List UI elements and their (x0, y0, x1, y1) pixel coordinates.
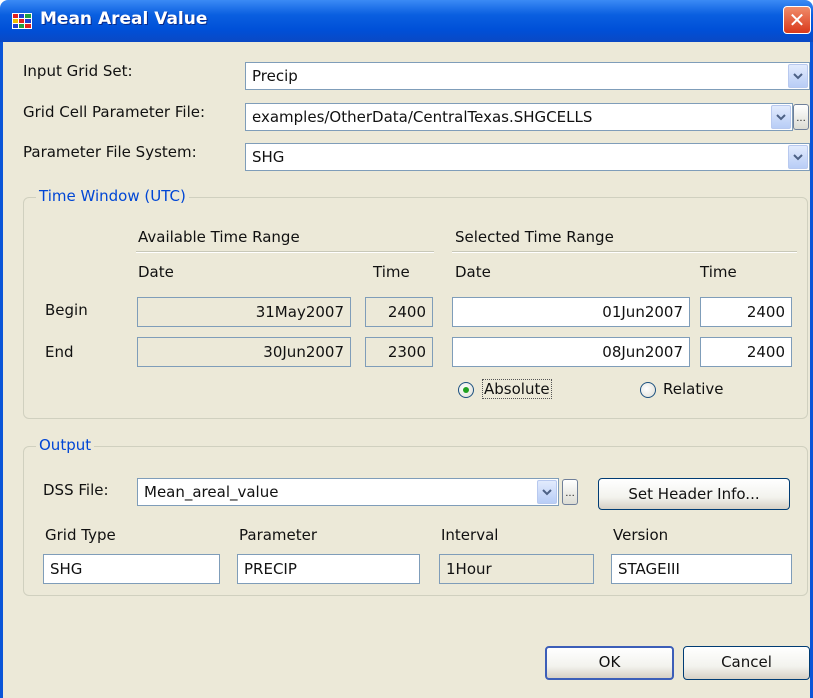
selected-end-date-input[interactable]: 08Jun2007 (452, 337, 690, 367)
close-icon: ✕ (788, 8, 806, 32)
selected-begin-time-input[interactable]: 2400 (700, 297, 792, 327)
radio-selected-indicator (463, 387, 469, 393)
output-title: Output (36, 436, 95, 454)
available-time-range-header: Available Time Range (138, 228, 300, 246)
available-range-divider (136, 251, 434, 253)
grid-type-input[interactable]: SHG (43, 554, 220, 584)
interval-label: Interval (441, 526, 499, 544)
parameter-label: Parameter (239, 526, 318, 544)
end-label: End (45, 343, 74, 361)
dss-file-browse-button[interactable]: ... (562, 479, 578, 505)
selected-date-column: Date (455, 263, 491, 281)
version-input[interactable]: STAGEIII (611, 554, 792, 584)
parameter-input[interactable]: PRECIP (237, 554, 420, 584)
grid-cell-file-label: Grid Cell Parameter File: (23, 103, 206, 121)
selected-end-time-input[interactable]: 2400 (700, 337, 792, 367)
available-end-time: 2300 (365, 337, 433, 367)
set-header-info-button[interactable]: Set Header Info... (598, 478, 790, 510)
parameter-file-system-label: Parameter File System: (23, 143, 197, 161)
input-grid-set-dropdown[interactable]: Precip (245, 62, 810, 90)
available-date-column: Date (138, 263, 174, 281)
mean-areal-value-dialog: Mean Areal Value ✕ Input Grid Set: Preci… (0, 0, 813, 698)
grid-type-label: Grid Type (45, 526, 116, 544)
cancel-button[interactable]: Cancel (683, 646, 810, 680)
input-grid-set-label: Input Grid Set: (23, 62, 133, 80)
dss-file-label: DSS File: (43, 481, 109, 499)
relative-radio-label[interactable]: Relative (663, 380, 724, 398)
absolute-radio-label[interactable]: Absolute (482, 379, 552, 399)
absolute-radio[interactable] (458, 382, 474, 398)
dss-file-dropdown[interactable]: Mean_areal_value (137, 478, 559, 506)
chevron-down-icon[interactable] (788, 64, 808, 88)
version-label: Version (613, 526, 669, 544)
time-window-title: Time Window (UTC) (36, 187, 189, 205)
relative-radio[interactable] (640, 382, 656, 398)
dialog-body: Input Grid Set: Precip Grid Cell Paramet… (0, 42, 813, 698)
begin-label: Begin (45, 301, 88, 319)
close-button[interactable]: ✕ (783, 6, 811, 34)
chevron-down-icon[interactable] (788, 145, 808, 169)
available-begin-date: 31May2007 (137, 297, 351, 327)
ok-button[interactable]: OK (545, 646, 674, 680)
interval-field: 1Hour (439, 554, 594, 584)
available-end-date: 30Jun2007 (137, 337, 351, 367)
grid-cell-file-value: examples/OtherData/CentralTexas.SHGCELLS (252, 108, 593, 126)
available-time-column: Time (373, 263, 410, 281)
selected-time-column: Time (700, 263, 737, 281)
parameter-file-system-dropdown[interactable]: SHG (245, 143, 810, 171)
grid-app-icon (12, 13, 32, 29)
selected-begin-date-input[interactable]: 01Jun2007 (452, 297, 690, 327)
selected-range-divider (452, 251, 797, 253)
title-bar[interactable]: Mean Areal Value ✕ (0, 0, 813, 42)
input-grid-set-value: Precip (252, 67, 298, 85)
parameter-file-system-value: SHG (252, 148, 285, 166)
dss-file-value: Mean_areal_value (144, 483, 279, 501)
chevron-down-icon[interactable] (771, 105, 791, 129)
chevron-down-icon[interactable] (537, 480, 557, 504)
window-title: Mean Areal Value (40, 9, 208, 29)
grid-cell-file-browse-button[interactable]: ... (793, 104, 809, 130)
selected-time-range-header: Selected Time Range (455, 228, 614, 246)
available-begin-time: 2400 (365, 297, 433, 327)
grid-cell-file-dropdown[interactable]: examples/OtherData/CentralTexas.SHGCELLS (245, 103, 793, 131)
